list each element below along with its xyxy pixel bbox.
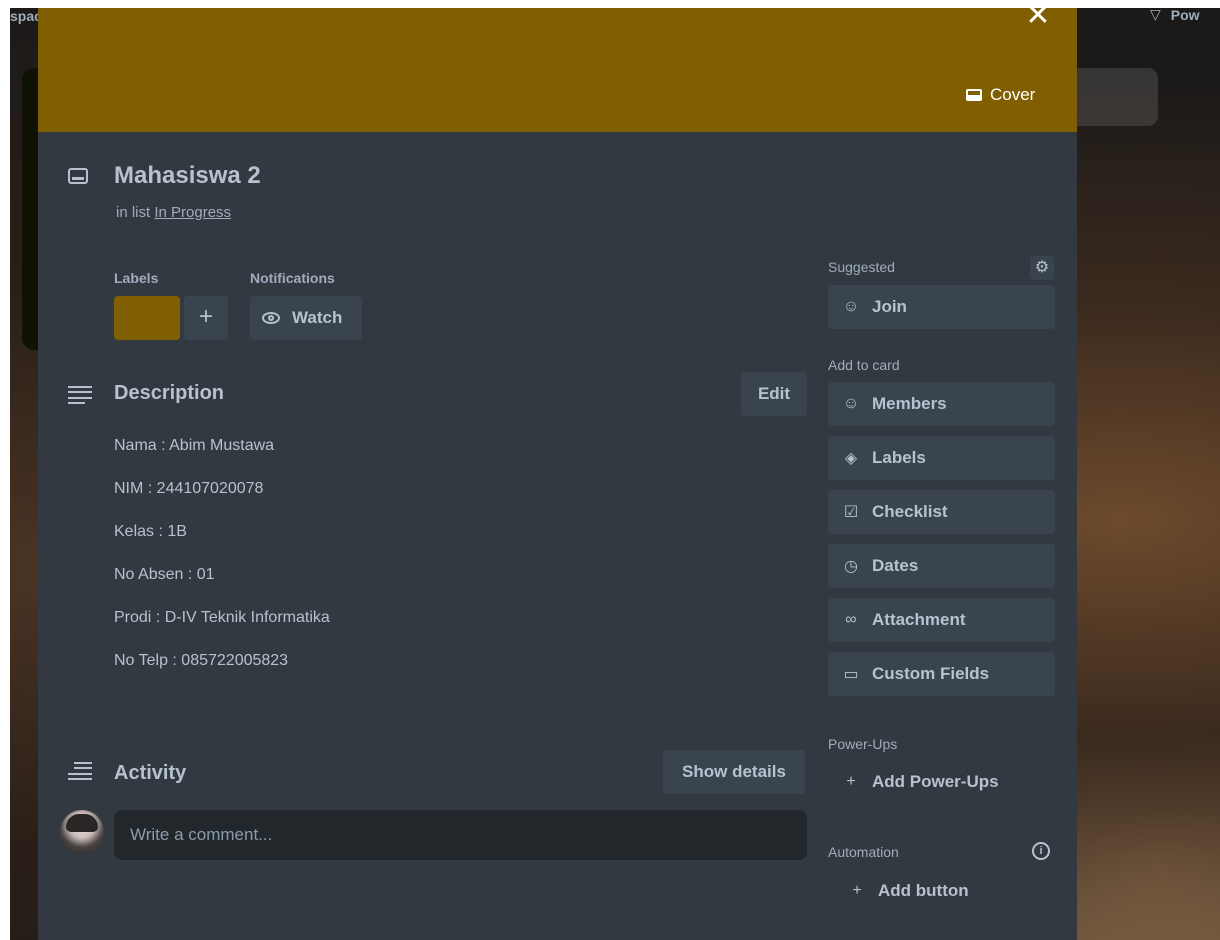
activity-icon [68,762,92,780]
watch-label: Watch [292,308,343,327]
members-label: Members [872,394,947,413]
custom-fields-label: Custom Fields [872,664,990,683]
description-icon [68,386,92,404]
custom-fields-button[interactable]: ▭ Custom Fields [828,652,1055,696]
add-to-card-heading: Add to card [828,357,900,373]
automation-heading: Automation [828,844,899,860]
person-icon: ☺ [842,298,860,315]
add-label-button[interactable]: + [184,296,228,340]
plus-icon: + [852,882,862,899]
comment-input[interactable]: Write a comment... [114,810,807,860]
card-cover [38,8,1077,132]
description-line: Nama : Abim Mustawa [114,437,275,454]
eye-icon [262,312,280,324]
info-icon[interactable]: i [1032,842,1050,860]
paperclip-icon: ∞ [845,611,857,628]
add-button-button[interactable]: + Add button [834,869,1061,913]
description-line: No Telp : 085722005823 [114,652,289,669]
members-button[interactable]: ☺ Members [828,382,1055,426]
person-icon: ☺ [842,395,860,412]
clock-icon: ◷ [844,558,858,575]
activity-heading: Activity [114,762,187,784]
power-ups-heading: Power-Ups [828,736,898,752]
checkbox-icon: ☑ [843,504,859,521]
checklist-button[interactable]: ☑ Checklist [828,490,1055,534]
board-powerups-button[interactable]: ▽ Pow [1150,6,1200,23]
notifications-heading: Notifications [250,270,335,286]
in-list-prefix: in list [116,204,151,221]
cover-icon [966,89,982,101]
custom-fields-icon: ▭ [843,666,859,683]
labels-button[interactable]: ◈ Labels [828,436,1055,480]
add-button-label: Add button [878,881,969,900]
labels-label: Labels [872,448,926,467]
gear-icon[interactable]: ⚙ [1030,256,1054,280]
join-label: Join [872,297,907,316]
labels-heading: Labels [114,270,159,286]
dates-label: Dates [872,556,919,575]
board-workspace-text: spac [10,8,40,24]
edit-description-button[interactable]: Edit [741,372,807,416]
in-list-text: in list In Progress [116,204,231,221]
attachment-button[interactable]: ∞ Attachment [828,598,1055,642]
background-add-list [1076,68,1158,126]
card-detail-dialog: ✕ Cover Mahasiswa 2 in list In Progress … [38,1,1077,940]
list-link[interactable]: In Progress [154,204,231,221]
description-line: NIM : 244107020078 [114,480,264,497]
add-power-ups-label: Add Power-Ups [872,772,999,791]
add-power-ups-button[interactable]: + Add Power-Ups [828,760,1055,804]
show-details-button[interactable]: Show details [663,750,805,794]
suggested-heading: Suggested [828,259,895,275]
close-icon: ✕ [1025,0,1051,32]
plus-icon: + [846,773,856,790]
cover-button-label: Cover [990,85,1036,104]
checklist-label: Checklist [872,502,948,521]
card-title[interactable]: Mahasiswa 2 [114,162,261,190]
attachment-label: Attachment [872,610,966,629]
tag-icon: ◈ [844,450,858,467]
card-icon [68,168,88,184]
board-powerups-label: Pow [1170,6,1200,23]
join-button[interactable]: ☺ Join [828,285,1055,329]
avatar[interactable] [60,810,104,854]
description-line: Prodi : D-IV Teknik Informatika [114,609,330,626]
rocket-icon: ▽ [1150,6,1161,22]
description-heading: Description [114,382,225,404]
close-button[interactable]: ✕ [1024,0,1052,32]
dates-button[interactable]: ◷ Dates [828,544,1055,588]
label-chip[interactable] [114,296,180,340]
watch-button[interactable]: Watch [250,296,362,340]
description-line: No Absen : 01 [114,566,215,583]
cover-button[interactable]: Cover [966,84,1035,106]
description-line: Kelas : 1B [114,523,187,540]
